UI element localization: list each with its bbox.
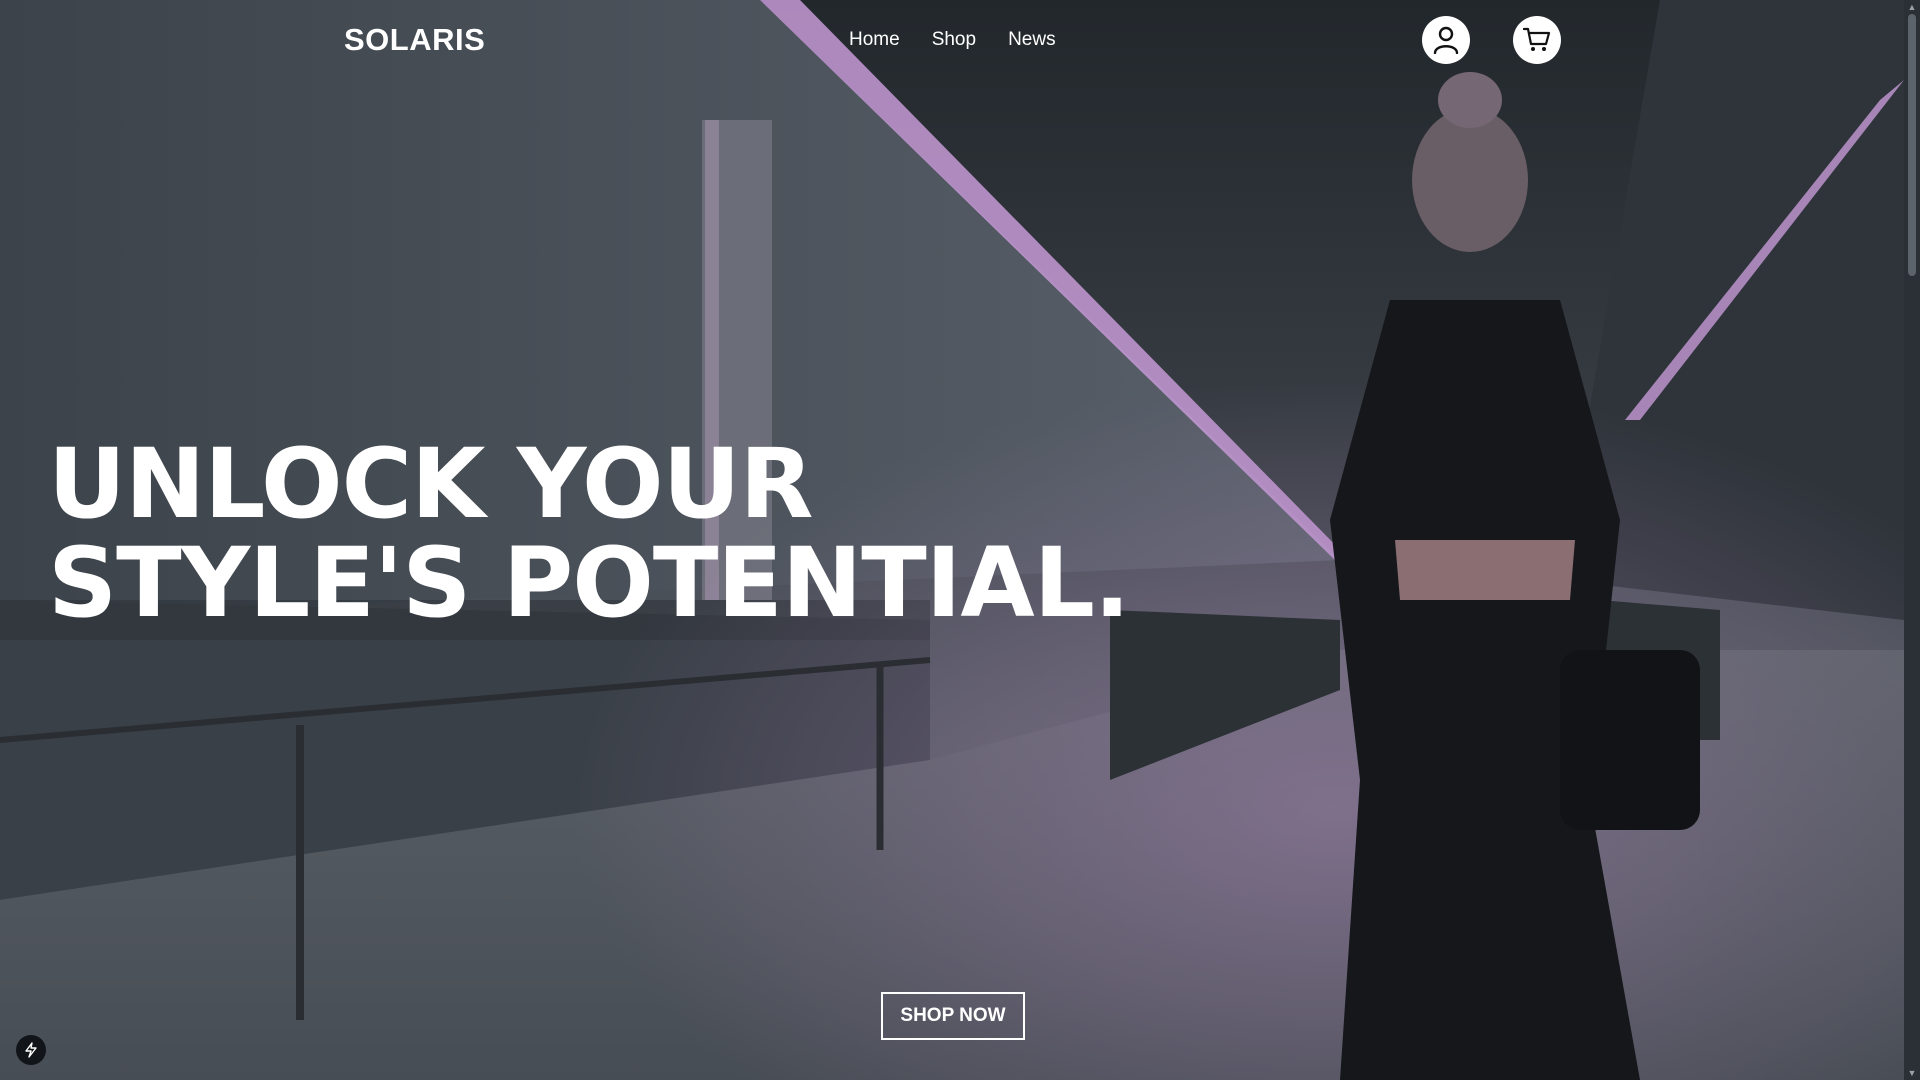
scroll-thumb[interactable] [1908, 14, 1916, 276]
account-button[interactable] [1422, 16, 1470, 64]
headline-line-1: UNLOCK YOUR [48, 428, 814, 540]
shop-now-button[interactable]: SHOP NOW [881, 992, 1025, 1040]
dev-tools-badge[interactable] [16, 1035, 46, 1065]
headline-line-2: STYLE'S POTENTIAL. [48, 527, 1130, 639]
nav-link-shop[interactable]: Shop [932, 29, 976, 51]
site-logo[interactable]: SOLARIS [344, 22, 485, 58]
nav-link-home[interactable]: Home [849, 29, 900, 51]
nav-link-news[interactable]: News [1008, 29, 1056, 51]
cart-icon [1523, 27, 1551, 51]
main-nav: Home Shop News [849, 29, 1056, 51]
hero-headline: UNLOCK YOUR STYLE'S POTENTIAL. [48, 428, 1130, 639]
cart-button[interactable] [1513, 16, 1561, 64]
page-scrollbar[interactable]: ▲ ▼ [1904, 0, 1920, 1080]
scroll-down-arrow-icon[interactable]: ▼ [1904, 1066, 1920, 1080]
user-icon [1433, 26, 1459, 54]
scroll-up-arrow-icon[interactable]: ▲ [1904, 0, 1920, 14]
lightning-icon [25, 1042, 37, 1058]
